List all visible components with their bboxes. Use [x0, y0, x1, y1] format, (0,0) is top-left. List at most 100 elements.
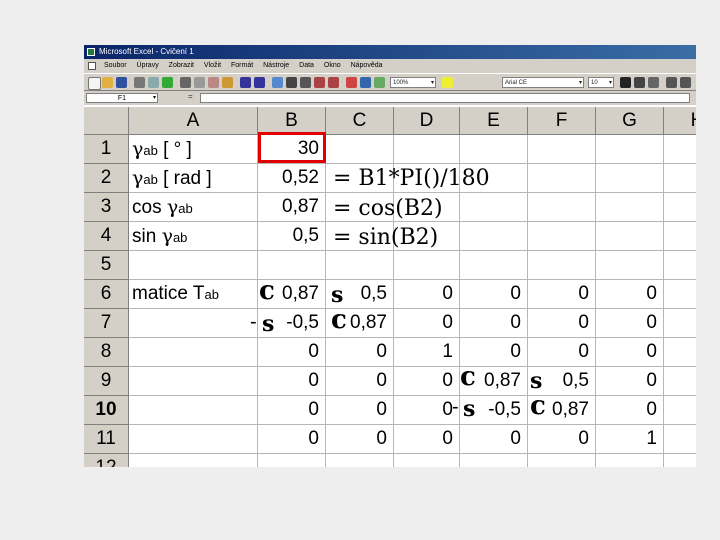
cell-g12[interactable] [596, 454, 664, 467]
row-header-3[interactable]: 3 [84, 193, 129, 222]
cell-h5[interactable] [664, 251, 696, 280]
office-assistant-icon[interactable] [442, 77, 453, 88]
cell-g3[interactable] [596, 193, 664, 222]
cell-g5[interactable] [596, 251, 664, 280]
column-header-d[interactable]: D [394, 107, 460, 135]
cell-d6[interactable]: 0 [394, 280, 460, 309]
cell-h11[interactable] [664, 425, 696, 454]
row-header-10[interactable]: 10 [84, 396, 129, 425]
menu-nastroje[interactable]: Nástroje [263, 62, 289, 69]
cell-g7[interactable]: 0 [596, 309, 664, 338]
cell-h1[interactable] [664, 135, 696, 164]
row-header-1[interactable]: 1 [84, 135, 129, 164]
function-icon[interactable] [300, 77, 311, 88]
cell-f4[interactable] [528, 222, 596, 251]
chart-wizard-icon[interactable] [346, 77, 357, 88]
preview-icon[interactable] [148, 77, 159, 88]
cell-h2[interactable] [664, 164, 696, 193]
cell-c5[interactable] [326, 251, 394, 280]
row-header-2[interactable]: 2 [84, 164, 129, 193]
column-header-a[interactable]: A [129, 107, 258, 135]
cell-b8[interactable]: 0 [258, 338, 326, 367]
cell-b12[interactable] [258, 454, 326, 467]
cell-d9[interactable]: 0 [394, 367, 460, 396]
cell-e7[interactable]: 0 [460, 309, 528, 338]
row-header-11[interactable]: 11 [84, 425, 129, 454]
column-header-f[interactable]: F [528, 107, 596, 135]
cell-b2[interactable]: 0,52 [258, 164, 326, 193]
zoom-select[interactable]: 100% ▾ [390, 77, 436, 88]
cell-f2[interactable] [528, 164, 596, 193]
cell-a11[interactable] [129, 425, 258, 454]
cell-h3[interactable] [664, 193, 696, 222]
menu-format[interactable]: Formát [231, 62, 253, 69]
cell-a6[interactable]: matice Tab [129, 280, 258, 309]
cell-f5[interactable] [528, 251, 596, 280]
format-painter-icon[interactable] [222, 77, 233, 88]
underline-icon[interactable] [648, 77, 659, 88]
sort-descending-icon[interactable] [328, 77, 339, 88]
cell-b9[interactable]: 0 [258, 367, 326, 396]
menu-upravy[interactable]: Úpravy [137, 62, 159, 69]
cell-a3[interactable]: cos γab [129, 193, 258, 222]
cell-e3[interactable] [460, 193, 528, 222]
menu-zobrazit[interactable]: Zobrazit [169, 62, 194, 69]
autosum-icon[interactable] [286, 77, 297, 88]
cell-f7[interactable]: 0 [528, 309, 596, 338]
cell-a12[interactable] [129, 454, 258, 467]
cell-e6[interactable]: 0 [460, 280, 528, 309]
new-icon[interactable] [88, 77, 101, 90]
row-header-4[interactable]: 4 [84, 222, 129, 251]
cell-b4[interactable]: 0,5 [258, 222, 326, 251]
cell-e1[interactable] [460, 135, 528, 164]
cell-g10[interactable]: 0 [596, 396, 664, 425]
menu-napoveda[interactable]: Nápověda [351, 62, 383, 69]
cell-e12[interactable] [460, 454, 528, 467]
cell-d10[interactable]: 0 [394, 396, 460, 425]
menu-vlozit[interactable]: Vložit [204, 62, 221, 69]
align-left-icon[interactable] [666, 77, 677, 88]
undo-icon[interactable] [240, 77, 251, 88]
select-all-corner[interactable] [84, 107, 129, 135]
cell-a9[interactable] [129, 367, 258, 396]
cell-d8[interactable]: 1 [394, 338, 460, 367]
cell-g8[interactable]: 0 [596, 338, 664, 367]
column-header-h[interactable]: H [664, 107, 696, 135]
cell-d11[interactable]: 0 [394, 425, 460, 454]
cell-a5[interactable] [129, 251, 258, 280]
cell-h8[interactable] [664, 338, 696, 367]
row-header-8[interactable]: 8 [84, 338, 129, 367]
menu-soubor[interactable]: Soubor [104, 62, 127, 69]
row-header-6[interactable]: 6 [84, 280, 129, 309]
chevron-down-icon[interactable]: ▾ [153, 94, 156, 103]
cell-f12[interactable] [528, 454, 596, 467]
cell-d5[interactable] [394, 251, 460, 280]
cell-b11[interactable]: 0 [258, 425, 326, 454]
hyperlink-icon[interactable] [272, 77, 283, 88]
cell-b3[interactable]: 0,87 [258, 193, 326, 222]
column-header-c[interactable]: C [326, 107, 394, 135]
cell-g1[interactable] [596, 135, 664, 164]
cell-c11[interactable]: 0 [326, 425, 394, 454]
cell-f6[interactable]: 0 [528, 280, 596, 309]
cell-c10[interactable]: 0 [326, 396, 394, 425]
row-header-12[interactable]: 12 [84, 454, 129, 467]
open-icon[interactable] [102, 77, 113, 88]
cut-icon[interactable] [180, 77, 191, 88]
cell-c1[interactable] [326, 135, 394, 164]
cell-g2[interactable] [596, 164, 664, 193]
cell-h7[interactable] [664, 309, 696, 338]
cell-g9[interactable]: 0 [596, 367, 664, 396]
cell-a7[interactable] [129, 309, 258, 338]
cell-c8[interactable]: 0 [326, 338, 394, 367]
map-icon[interactable] [360, 77, 371, 88]
cell-e5[interactable] [460, 251, 528, 280]
align-center-icon[interactable] [680, 77, 691, 88]
cell-f1[interactable] [528, 135, 596, 164]
cell-h6[interactable] [664, 280, 696, 309]
cell-g6[interactable]: 0 [596, 280, 664, 309]
italic-icon[interactable] [634, 77, 645, 88]
column-header-b[interactable]: B [258, 107, 326, 135]
cell-d7[interactable]: 0 [394, 309, 460, 338]
cell-g11[interactable]: 1 [596, 425, 664, 454]
